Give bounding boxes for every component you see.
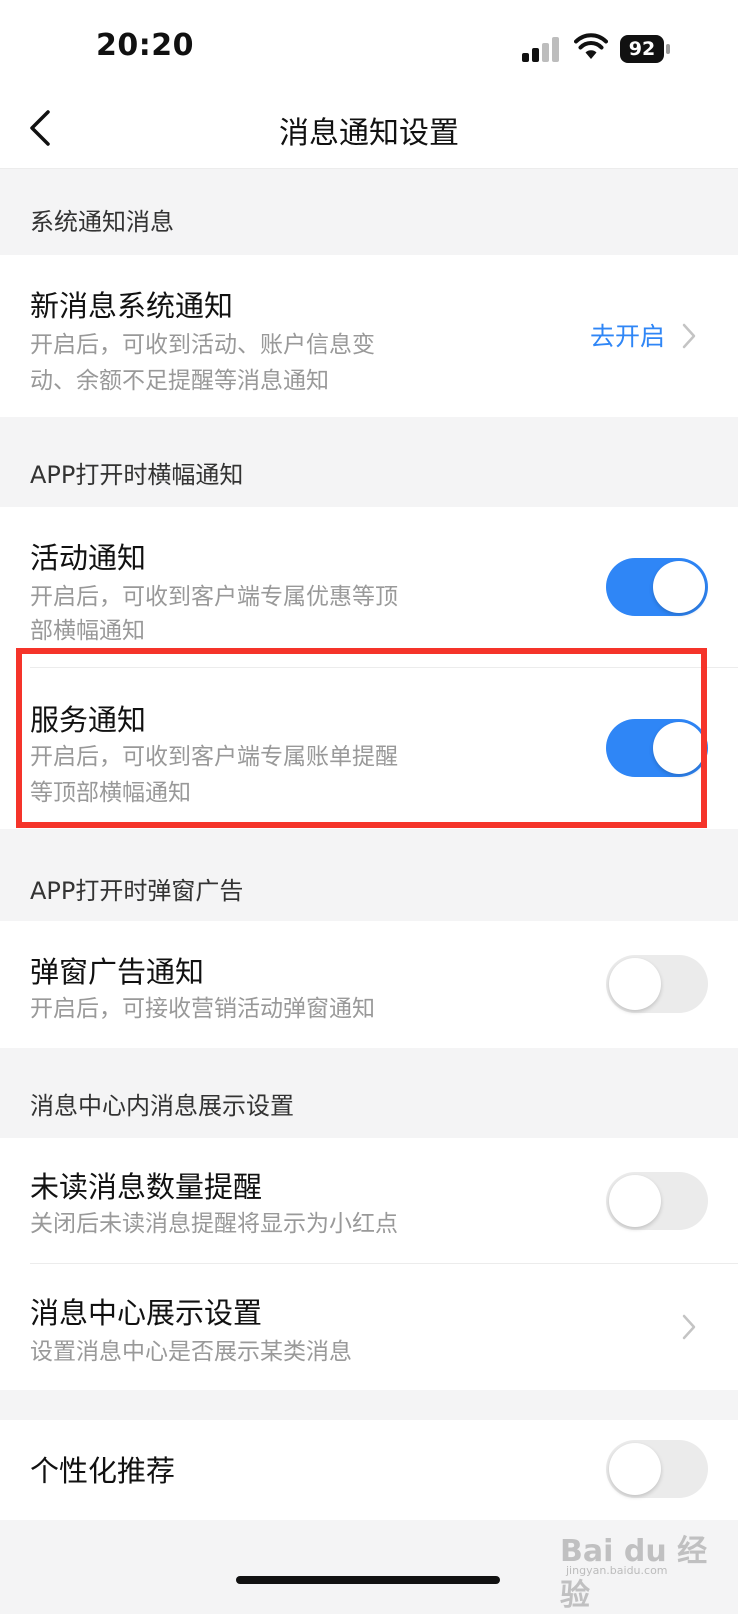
nav-bar: 消息通知设置 [0, 90, 738, 169]
section-header-label: APP打开时横幅通知 [30, 461, 244, 489]
section-header-system: 系统通知消息 [0, 169, 738, 255]
row-desc: 开启后，可接收营销活动弹窗通知 [30, 996, 375, 1022]
home-indicator[interactable] [236, 1576, 500, 1584]
popup-ad-toggle[interactable] [606, 955, 708, 1013]
row-desc-line2: 部横幅通知 [30, 618, 145, 644]
toggle-knob [609, 1175, 661, 1227]
toggle-knob [653, 561, 705, 613]
new-message-system-notification-row[interactable]: 新消息系统通知 开启后，可收到活动、账户信息变 动、余额不足提醒等消息通知 去开… [0, 255, 738, 417]
section-header-message-center: 消息中心内消息展示设置 [0, 1048, 738, 1138]
personalized-recommendation-row: 个性化推荐 [0, 1420, 738, 1520]
go-enable-link[interactable]: 去开启 [590, 317, 665, 353]
toggle-knob [609, 1443, 661, 1495]
section-header-banner: APP打开时横幅通知 [0, 417, 738, 507]
section-header-label: APP打开时弹窗广告 [30, 877, 244, 905]
divider [30, 1263, 738, 1264]
row-desc-line1: 开启后，可收到活动、账户信息变 [30, 332, 375, 358]
wifi-icon [574, 33, 608, 59]
message-center-card: 未读消息数量提醒 关闭后未读消息提醒将显示为小红点 消息中心展示设置 设置消息中… [0, 1138, 738, 1390]
page-title: 消息通知设置 [279, 116, 459, 151]
section-header-label: 系统通知消息 [30, 208, 174, 236]
status-time: 20:20 [96, 28, 194, 63]
row-desc: 设置消息中心是否展示某类消息 [30, 1339, 352, 1365]
battery-level: 92 [620, 35, 664, 63]
toggle-knob [609, 958, 661, 1010]
row-title: 活动通知 [30, 541, 147, 575]
row-desc-line1: 开启后，可收到客户端专属优惠等顶 [30, 584, 398, 610]
popup-ad-notification-row: 弹窗广告通知 开启后，可接收营销活动弹窗通知 [0, 921, 738, 1048]
chevron-right-icon [682, 323, 696, 349]
activity-notification-toggle[interactable] [606, 558, 708, 616]
row-title: 弹窗广告通知 [30, 955, 205, 989]
row-desc-line2: 动、余额不足提醒等消息通知 [30, 368, 329, 394]
highlight-box [16, 648, 707, 828]
watermark-sub: jingyan.baidu.com [566, 1564, 668, 1577]
chevron-right-icon[interactable] [682, 1314, 696, 1340]
baidu-watermark: Bai du 经验 jingyan.baidu.com [560, 1526, 720, 1613]
section-header-label: 消息中心内消息展示设置 [30, 1092, 294, 1120]
row-title: 未读消息数量提醒 [30, 1170, 263, 1204]
section-header-popup: APP打开时弹窗广告 [0, 829, 738, 921]
row-title: 新消息系统通知 [30, 289, 234, 323]
status-bar: 20:20 92 [0, 0, 738, 90]
unread-count-toggle[interactable] [606, 1172, 708, 1230]
battery-icon: 92 [620, 35, 672, 63]
row-title: 个性化推荐 [30, 1454, 176, 1488]
row-desc: 关闭后未读消息提醒将显示为小红点 [30, 1211, 398, 1237]
personalized-recommendation-toggle[interactable] [606, 1440, 708, 1498]
cellular-signal-icon [522, 36, 562, 62]
row-title: 消息中心展示设置 [30, 1296, 263, 1330]
